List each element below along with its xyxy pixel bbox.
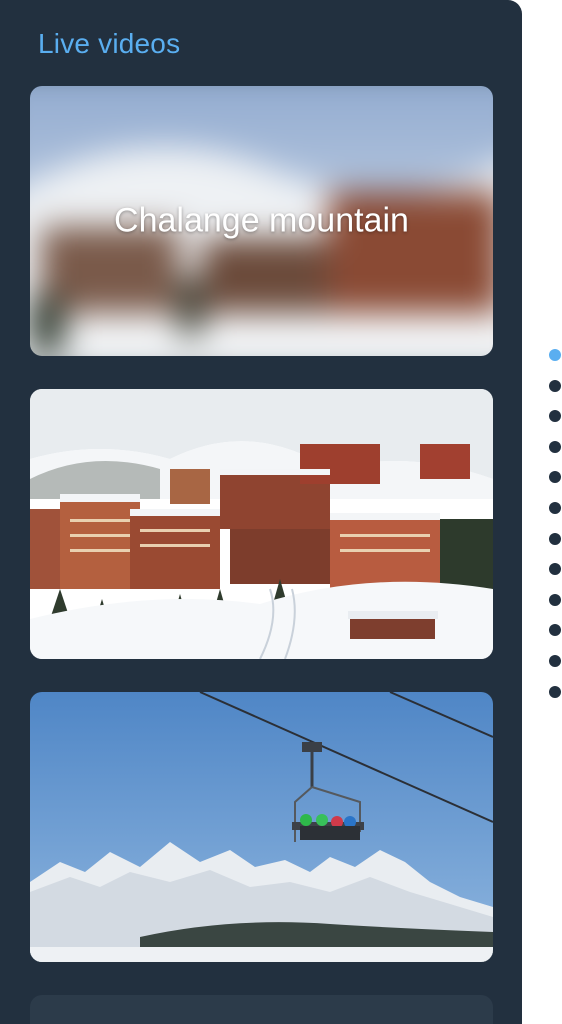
video-thumbnail xyxy=(30,389,493,659)
video-card-label: Chalange mountain xyxy=(114,201,409,240)
pagination-dot[interactable] xyxy=(549,379,561,392)
pagination-dot[interactable] xyxy=(549,563,561,576)
video-card-ski-resort[interactable] xyxy=(30,389,493,659)
pagination-dot[interactable] xyxy=(549,624,561,637)
pagination-dot[interactable] xyxy=(549,410,561,423)
pagination-dot[interactable] xyxy=(549,654,561,667)
video-card-partial[interactable] xyxy=(30,995,493,1024)
pagination-dot[interactable] xyxy=(549,471,561,484)
pagination-dot[interactable] xyxy=(549,532,561,545)
section-title: Live videos xyxy=(38,28,181,59)
video-card-chalange-mountain[interactable]: Chalange mountain xyxy=(30,86,493,356)
video-thumbnail xyxy=(30,692,493,962)
live-videos-panel: Live videos Chalange mountain xyxy=(0,0,522,1024)
pagination-dots xyxy=(549,349,561,716)
pagination-dot[interactable] xyxy=(549,440,561,453)
pagination-dot[interactable] xyxy=(549,349,561,361)
pagination-dot[interactable] xyxy=(549,593,561,606)
pagination-dot[interactable] xyxy=(549,685,561,698)
pagination-dot[interactable] xyxy=(549,501,561,514)
video-card-chairlift[interactable] xyxy=(30,692,493,962)
